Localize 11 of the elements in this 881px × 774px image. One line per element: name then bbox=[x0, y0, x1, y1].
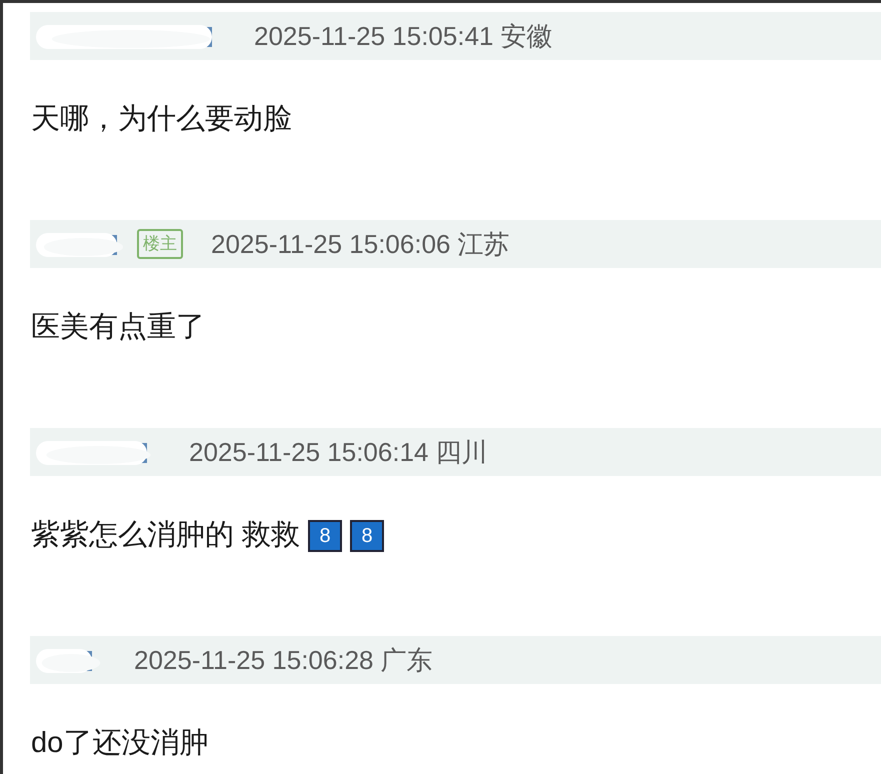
comment-time: 2025-11-25 15:06:28 广东 bbox=[134, 644, 433, 676]
comment-time: 2025-11-25 15:06:14 四川 bbox=[189, 436, 488, 468]
comment-text: 天哪，为什么要动脸 bbox=[31, 102, 292, 137]
comment-text: 紫紫怎么消肿的 救救 bbox=[31, 518, 300, 553]
comment-text: do了还没消肿 bbox=[31, 726, 208, 761]
comment-text: 医美有点重了 bbox=[31, 310, 205, 345]
comment-time: 2025-11-25 15:06:06 江苏 bbox=[211, 228, 510, 260]
keycap-emoji: 8 bbox=[308, 520, 342, 552]
keycap-emoji: 8 bbox=[350, 520, 384, 552]
comment-time: 2025-11-25 15:05:41 安徽 bbox=[254, 20, 553, 52]
author-badge: 楼主 bbox=[137, 229, 183, 259]
